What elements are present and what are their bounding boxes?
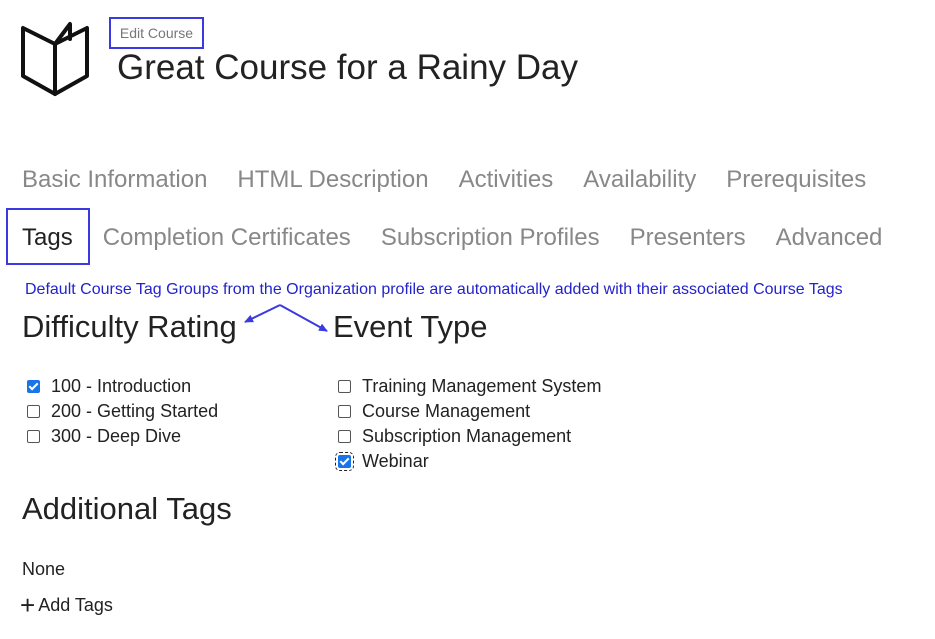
checkbox[interactable] [27,405,40,418]
checkbox-label: Webinar [362,451,429,471]
difficulty-rating-heading: Difficulty Rating [22,309,237,344]
checkbox-item[interactable]: 100 - Introduction [22,374,218,399]
checkbox-label: Course Management [362,401,531,421]
checkbox-item[interactable]: 200 - Getting Started [22,399,218,424]
event-type-list: Training Management System Course Manage… [333,374,601,474]
checkbox-item[interactable]: Course Management [333,399,601,424]
checkbox-label: 200 - Getting Started [51,401,219,421]
tab-html-description[interactable]: HTML Description [237,164,428,196]
plus-icon: + [20,590,36,620]
checkbox-label: Training Management System [362,376,602,396]
checkbox-item[interactable]: Subscription Management [333,424,601,449]
add-tags-label: Add Tags [38,594,113,615]
no-tags-text: None [22,559,66,579]
checkbox[interactable] [27,430,40,443]
checkbox[interactable] [338,430,351,443]
tab-tags[interactable]: Tags [22,222,73,254]
checkbox-item[interactable]: Training Management System [333,374,601,399]
add-tags-button[interactable]: + Add Tags [20,590,113,620]
checkbox[interactable] [335,452,354,471]
difficulty-rating-list: 100 - Introduction 200 - Getting Started… [22,374,218,449]
tab-presenters[interactable]: Presenters [630,222,746,254]
edit-course-page: Edit Course Great Course for a Rainy Day… [0,0,935,639]
checkbox-item[interactable]: 300 - Deep Dive [22,424,218,449]
checkbox-label: 300 - Deep Dive [51,426,182,446]
event-type-heading: Event Type [333,309,488,344]
tab-basic-information[interactable]: Basic Information [22,164,207,196]
checkbox-label: 100 - Introduction [51,376,192,396]
edit-course-label: Edit Course [109,17,204,49]
tab-availability[interactable]: Availability [583,164,696,196]
tab-activities[interactable]: Activities [459,164,554,196]
tab-subscription-profiles[interactable]: Subscription Profiles [381,222,600,254]
checkbox[interactable] [27,380,40,393]
tab-prerequisites[interactable]: Prerequisites [726,164,866,196]
open-book-icon [21,22,89,96]
tab-advanced[interactable]: Advanced [776,222,883,254]
checkbox-label: Subscription Management [362,426,572,446]
additional-tags-heading: Additional Tags [22,491,232,526]
page-title: Great Course for a Rainy Day [117,48,579,87]
annotation-note: Default Course Tag Groups from the Organ… [25,281,843,298]
tab-row-2: Tags Completion Certificates Subscriptio… [22,222,912,254]
checkbox-item[interactable]: Webinar [333,449,601,474]
tab-row-1: Basic Information HTML Description Activ… [22,164,896,196]
checkbox[interactable] [338,405,351,418]
edit-course-label-text: Edit Course [119,25,194,41]
checkbox[interactable] [338,380,351,393]
tab-completion-certificates[interactable]: Completion Certificates [103,222,351,254]
